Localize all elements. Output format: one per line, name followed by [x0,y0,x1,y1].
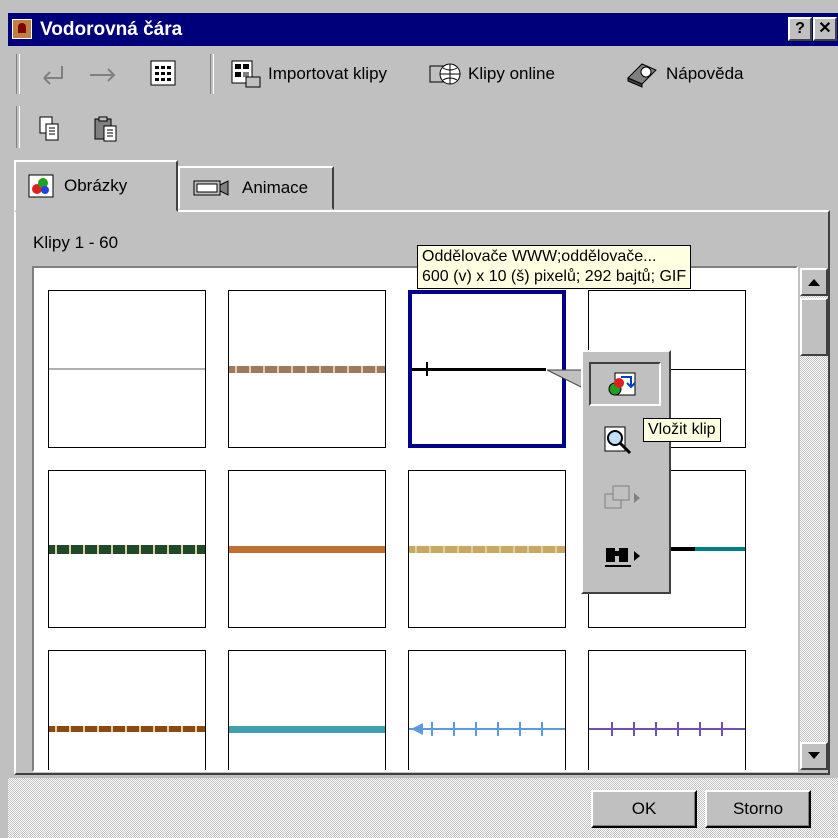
submenu-arrow-icon [634,493,640,503]
tick-mark [475,722,477,736]
clip-thumbnail[interactable] [228,290,386,448]
import-icon [231,60,261,88]
horizontal-line-preview [229,365,385,373]
horizontal-line-preview [49,544,205,554]
tab-pictures-label: Obrázky [64,176,128,195]
close-button[interactable]: ✕ [813,17,837,41]
clip-thumbnail[interactable] [48,470,206,628]
tick-mark [453,722,455,736]
back-button[interactable] [38,58,68,92]
clip-thumbnail[interactable] [48,650,206,770]
clip-info-line1: Oddělovače WWW;oddělovače... [422,248,657,265]
paste-icon [94,116,117,142]
copy-button[interactable] [36,112,64,146]
clip-thumbnail[interactable] [228,650,386,770]
find-similar-button[interactable] [589,534,661,578]
vertical-scrollbar[interactable] [800,268,828,770]
clip-info-line2: 600 (v) x 10 (š) pixelů; 292 bajtů; GIF [422,268,687,285]
back-arrow-icon [43,66,63,85]
clips-online-label: Klipy online [468,64,555,83]
horizontal-line-preview [49,726,205,732]
scroll-thumb[interactable] [800,298,828,356]
arrow-head [411,723,423,735]
forward-button[interactable] [88,58,118,92]
clip-thumbnail[interactable] [408,470,566,628]
tab-pictures[interactable]: Obrázky [14,160,178,212]
insert-clip-icon [608,372,636,396]
horizontal-line-preview [409,545,565,553]
insert-clip-tooltip: Vložit klip [643,418,721,442]
toolbar-separator [210,54,214,94]
categories-icon [604,485,630,509]
cancel-button[interactable]: Storno [705,790,811,828]
clip-thumbnail[interactable] [408,650,566,770]
clip-thumbnail[interactable] [588,650,746,770]
horizontal-line-preview [49,368,205,370]
help-book-icon [627,63,657,88]
import-clips-button[interactable]: Importovat klipy [230,57,387,91]
help-label: Nápověda [666,64,744,83]
scroll-down-button[interactable] [800,742,828,770]
categories-button[interactable] [589,476,661,520]
camera-icon [193,180,229,196]
tick-mark [431,722,433,736]
tick-mark [633,722,635,736]
title-bar: Vodorovná čára ? ✕ [8,13,838,46]
tick-mark [611,722,613,736]
clip-gallery [32,266,798,772]
copy-icon [39,116,59,141]
ok-button[interactable]: OK [591,790,697,828]
help-button[interactable]: ? [788,17,812,41]
clip-info-tooltip: Oddělovače WWW;oddělovače... 600 (v) x 1… [417,245,692,289]
tick-mark [541,722,543,736]
tick-mark [519,722,521,736]
view-grid-button[interactable] [150,56,176,90]
toolbar: Importovat klipy Klipy online Nápověda [8,48,838,158]
arrow-up-icon [808,279,820,286]
tick-mark [497,722,499,736]
horizontal-line-preview [412,367,546,371]
button-bar: OK Storno [8,778,838,838]
tick-mark [655,722,657,736]
popup-pointer [547,369,584,389]
toolbar-separator [16,54,20,94]
forward-arrow-icon [90,68,116,82]
submenu-arrow-icon [634,551,640,561]
globe-icon [429,63,461,85]
window-title: Vodorovná čára [40,19,183,40]
scroll-up-button[interactable] [800,268,828,296]
clip-thumbnail[interactable] [228,470,386,628]
insert-clip-button[interactable] [589,362,661,406]
binoculars-icon [605,548,631,567]
tick-mark [721,722,723,736]
magnifier-icon [604,426,632,455]
tick-mark [699,722,701,736]
clip-thumbnail[interactable] [408,290,566,448]
clip-popup-menu [581,350,671,594]
help-toolbar-button[interactable]: Nápověda [624,57,744,91]
horizontal-line-preview [229,725,385,733]
tab-animations[interactable]: Animace [178,166,334,210]
tick-mark [677,722,679,736]
clip-count-label: Klipy 1 - 60 [33,233,119,252]
toolbar-separator [16,106,20,148]
dialog-window: Vodorovná čára ? ✕ Importovat klipy Klip… [0,0,838,838]
grid-view-icon [150,60,176,86]
arrow-down-icon [808,752,820,759]
import-clips-label: Importovat klipy [268,64,388,83]
tab-animations-label: Animace [242,178,309,197]
paste-button[interactable] [92,112,120,146]
clip-thumbnail[interactable] [48,290,206,448]
app-icon [12,19,32,39]
pictures-icon [28,174,54,198]
tick-mark [426,362,428,376]
horizontal-line-preview [229,545,385,553]
clips-online-button[interactable]: Klipy online [428,57,555,91]
